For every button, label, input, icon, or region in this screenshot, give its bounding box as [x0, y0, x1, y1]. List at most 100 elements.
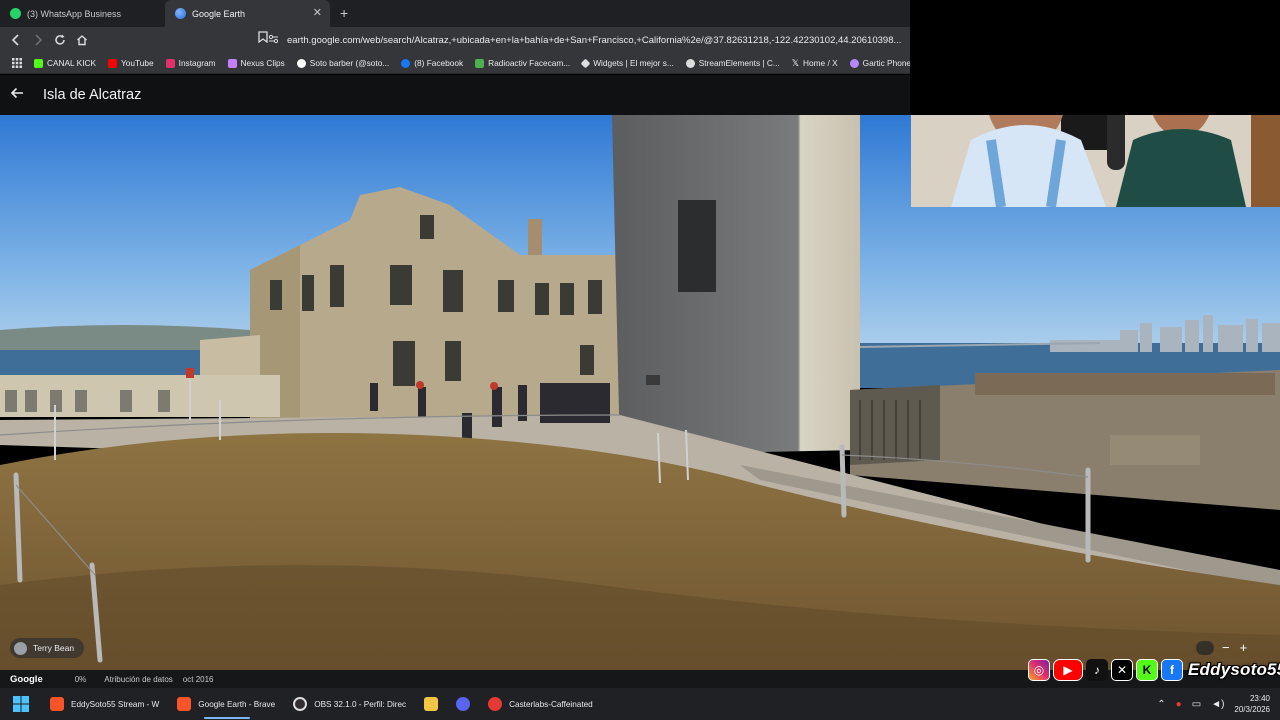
gartic-icon: [849, 58, 859, 68]
bookmarks-bar: CANAL KICK YouTube Instagram Nexus Clips…: [0, 53, 910, 74]
bookmark-instagram[interactable]: Instagram: [160, 58, 222, 68]
street-view-panorama[interactable]: [0, 115, 1280, 670]
clock-date: 20/3/2026: [1234, 705, 1270, 714]
kick-icon: [34, 58, 43, 68]
taskbar-brave-stream[interactable]: EddySoto55 Stream - W: [42, 688, 169, 720]
taskbar-label: OBS 32.1.0 - Perfil: Direc: [314, 699, 407, 709]
facebook-icon: f: [1161, 659, 1183, 681]
brave-icon: [177, 697, 192, 711]
bookmark-label: (8) Facebook: [414, 58, 464, 68]
social-handles-overlay: ◎ ▶ ♪ ✕ K f Eddysoto55: [1028, 658, 1280, 682]
bookmark-label: Widgets | El mejor s...: [593, 58, 674, 68]
taskbar-brave-google-earth[interactable]: Google Earth - Brave: [169, 688, 285, 720]
bookmark-streamelements[interactable]: StreamElements | C...: [680, 58, 786, 68]
taskbar-discord[interactable]: [448, 688, 480, 720]
brave-icon: [50, 697, 64, 711]
bookmark-page-icon[interactable]: [258, 31, 268, 46]
browser-tab-bar: (3) WhatsApp Business Google Earth ✕ +: [0, 0, 910, 27]
bookmark-widgets[interactable]: Widgets | El mejor s...: [576, 58, 680, 68]
widgets-icon: [580, 58, 591, 68]
casterlabs-icon: [488, 697, 503, 711]
bookmark-label: CANAL KICK: [47, 58, 97, 68]
bookmark-youtube[interactable]: YouTube: [102, 58, 160, 68]
bookmark-label: Radioactiv Facecam...: [488, 58, 571, 68]
bookmark-label: Nexus Clips: [240, 58, 285, 68]
bookmark-nexus-clips[interactable]: Nexus Clips: [222, 58, 291, 68]
photographer-name: Terry Bean: [33, 643, 75, 653]
browser-toolbar: earth.google.com/web/search/Alcatraz,+ub…: [0, 27, 910, 53]
taskbar-label: Google Earth - Brave: [198, 699, 276, 709]
back-arrow-icon[interactable]: [6, 30, 26, 50]
youtube-icon: ▶: [1053, 659, 1083, 681]
site-info-icon[interactable]: [268, 34, 279, 47]
zoom-out-button[interactable]: −: [1222, 640, 1230, 655]
x-icon: 𝕏: [791, 57, 800, 68]
instagram-icon: [165, 58, 175, 68]
windows-start-icon[interactable]: [0, 688, 42, 720]
taskbar-obs[interactable]: OBS 32.1.0 - Perfil: Direc: [285, 688, 416, 720]
taskbar-label: Casterlabs-Caffeinated: [509, 699, 593, 709]
windows-taskbar: EddySoto55 Stream - W Google Earth - Bra…: [0, 688, 1280, 720]
data-attribution-link[interactable]: Atribución de datos: [104, 675, 173, 684]
folder-icon: [424, 697, 439, 711]
new-tab-button[interactable]: +: [330, 0, 358, 27]
tab-google-earth[interactable]: Google Earth ✕: [165, 0, 330, 27]
discord-icon: [456, 697, 471, 711]
webcam-overlay: [911, 115, 1280, 207]
youtube-icon: [108, 58, 118, 68]
avatar: [14, 641, 27, 655]
bookmark-x-home[interactable]: 𝕏 Home / X: [786, 58, 844, 68]
forward-arrow-icon[interactable]: [28, 30, 48, 50]
url-text[interactable]: earth.google.com/web/search/Alcatraz,+ub…: [287, 35, 901, 46]
bookmark-soto-barber[interactable]: Soto barber (@soto...: [291, 58, 395, 68]
earth-header: Isla de Alcatraz: [0, 75, 910, 115]
taskbar-label: EddySoto55 Stream - W: [71, 699, 160, 709]
tab-title: (3) WhatsApp Business: [27, 8, 122, 19]
google-earth-icon: [175, 8, 186, 19]
compass-icon[interactable]: [1196, 641, 1214, 655]
streamelements-icon: [685, 58, 695, 68]
network-icon[interactable]: ▭: [1192, 699, 1201, 710]
apps-grid-icon[interactable]: [6, 58, 28, 68]
radioactiv-icon: [475, 58, 485, 68]
clock-time: 23:40: [1249, 694, 1270, 703]
reload-icon[interactable]: [50, 30, 70, 50]
address-bar[interactable]: earth.google.com/web/search/Alcatraz,+ub…: [268, 30, 910, 50]
obs-icon: [293, 697, 308, 711]
google-logo: Google: [10, 673, 43, 685]
system-tray: ⌃ ● ▭ ◄) 23:40 20/3/2026: [1157, 688, 1280, 720]
tiktok-icon: [296, 58, 306, 68]
tab-whatsapp[interactable]: (3) WhatsApp Business: [0, 0, 165, 27]
place-title: Isla de Alcatraz: [43, 87, 142, 103]
photographer-credit[interactable]: Terry Bean: [10, 638, 85, 658]
home-icon[interactable]: [72, 30, 92, 50]
bookmark-canal-kick[interactable]: CANAL KICK: [28, 58, 102, 68]
clock[interactable]: 23:40 20/3/2026: [1234, 693, 1270, 715]
imagery-date: oct 2016: [182, 674, 214, 684]
loading-percent: 0%: [74, 674, 87, 684]
bookmark-label: Gartic Phone - Tele...: [862, 58, 910, 68]
microphone-icon[interactable]: ●: [1176, 699, 1182, 710]
bookmark-label: YouTube: [121, 58, 154, 68]
channel-handle: Eddysoto55: [1188, 660, 1280, 679]
bookmark-gartic-phone[interactable]: Gartic Phone - Tele...: [844, 58, 910, 68]
chevron-up-icon[interactable]: ⌃: [1157, 699, 1165, 710]
close-tab-icon[interactable]: ✕: [313, 8, 322, 19]
taskbar-casterlabs[interactable]: Casterlabs-Caffeinated: [480, 688, 603, 720]
bookmark-label: StreamElements | C...: [698, 58, 780, 68]
zoom-in-button[interactable]: +: [1240, 640, 1248, 655]
zoom-controls: − +: [1222, 640, 1247, 655]
bookmark-label: Soto barber (@soto...: [309, 58, 390, 68]
whatsapp-icon: [10, 8, 21, 19]
back-arrow-icon[interactable]: [10, 86, 32, 105]
bookmark-label: Instagram: [178, 58, 216, 68]
taskbar-file-explorer[interactable]: [416, 688, 448, 720]
kick-icon: K: [1136, 659, 1158, 681]
bookmark-facebook[interactable]: (8) Facebook: [395, 58, 469, 68]
tiktok-icon: ♪: [1086, 659, 1108, 681]
bookmark-radioactiv[interactable]: Radioactiv Facecam...: [469, 58, 576, 68]
instagram-icon: ◎: [1028, 659, 1050, 681]
nexus-icon: [227, 58, 237, 68]
tab-title: Google Earth: [192, 8, 246, 19]
volume-icon[interactable]: ◄): [1211, 699, 1224, 710]
